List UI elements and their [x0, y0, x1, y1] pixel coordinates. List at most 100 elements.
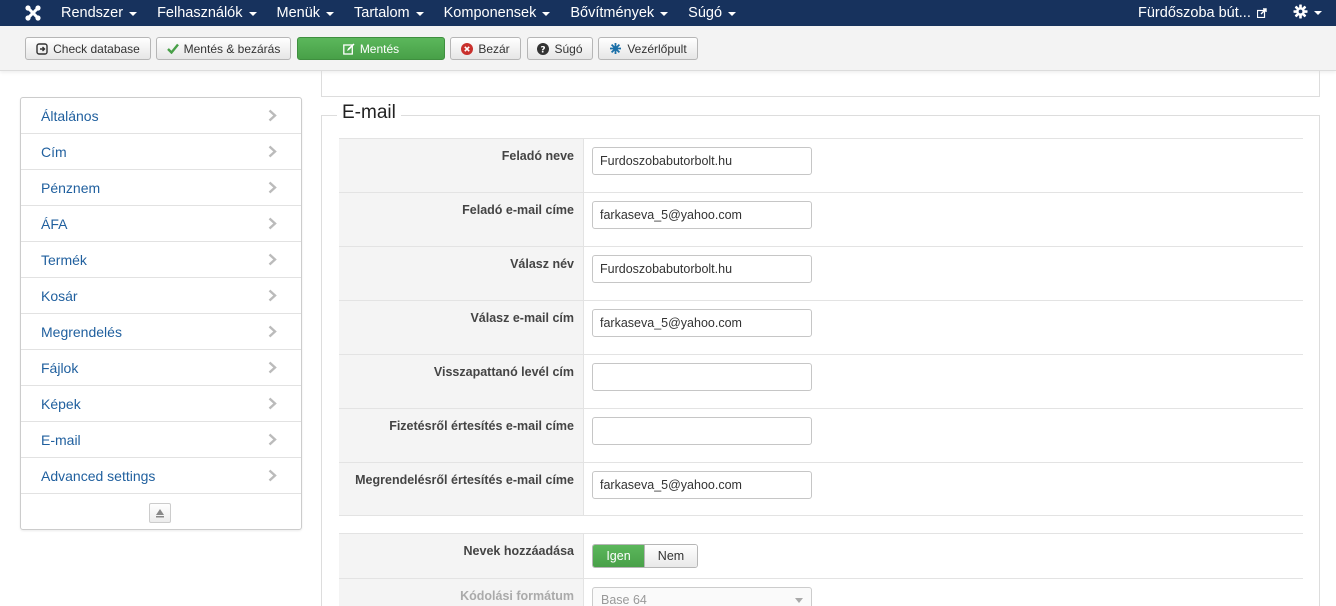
site-link-label: Fürdőszoba bút...	[1138, 5, 1251, 21]
joomla-logo-icon[interactable]	[24, 4, 42, 22]
sidebar-collapse-button[interactable]	[149, 503, 171, 523]
sidebar-item-kepek[interactable]: Képek	[21, 386, 301, 422]
dashboard-label: Vezérlőpult	[627, 41, 687, 56]
form-row-bounce-email: Visszapattanó levél cím	[339, 354, 1303, 408]
config-sidebar: Általános Cím Pénznem ÁFA Termék Kosár M…	[20, 97, 302, 530]
save-label: Mentés	[359, 41, 400, 56]
sidebar-item-cim[interactable]: Cím	[21, 134, 301, 170]
caret-down-icon	[415, 12, 424, 16]
menu-label: Komponensek	[443, 5, 537, 21]
sidebar-item-label: E-mail	[41, 431, 81, 448]
sidebar-item-email[interactable]: E-mail	[21, 422, 301, 458]
save-button[interactable]: Mentés	[297, 37, 445, 60]
top-navbar: Rendszer Felhasználók Menük Tartalom Kom…	[0, 0, 1336, 26]
gear-icon	[1293, 4, 1308, 19]
reply-name-input[interactable]	[592, 255, 812, 283]
form-row-order-notify-email: Megrendelésről értesítés e-mail címe	[339, 462, 1303, 516]
save-close-button[interactable]: Mentés & bezárás	[156, 37, 291, 60]
edit-icon	[342, 43, 355, 55]
save-close-label: Mentés & bezárás	[183, 41, 281, 56]
chevron-right-icon	[268, 325, 277, 338]
form-label-cell: Válasz név	[339, 247, 584, 300]
menu-label: Felhasználók	[157, 5, 243, 21]
form-label-cell: Fizetésről értesítés e-mail címe	[339, 409, 584, 462]
menu-label: Bővítmények	[570, 5, 655, 21]
sidebar-item-termek[interactable]: Termék	[21, 242, 301, 278]
help-button[interactable]: ? Súgó	[527, 37, 593, 60]
sidebar-item-kosar[interactable]: Kosár	[21, 278, 301, 314]
site-link[interactable]: Fürdőszoba bút...	[1138, 0, 1267, 26]
chevron-right-icon	[268, 109, 277, 122]
order-notify-email-input[interactable]	[592, 471, 812, 499]
form-label-cell: Feladó e-mail címe	[339, 193, 584, 246]
menu-felhasznalok[interactable]: Felhasználók	[157, 5, 257, 21]
menu-bovitmenyek[interactable]: Bővítmények	[570, 5, 669, 21]
settings-dropdown[interactable]	[1293, 4, 1322, 19]
menu-rendszer[interactable]: Rendszer	[61, 5, 138, 21]
menu-sugo[interactable]: Súgó	[688, 5, 737, 21]
form-row-payment-notify-email: Fizetésről értesítés e-mail címe	[339, 408, 1303, 462]
main-menu: Rendszer Felhasználók Menük Tartalom Kom…	[61, 0, 756, 26]
sidebar-item-label: Advanced settings	[41, 467, 156, 484]
encoding-value: Base 64	[601, 593, 647, 606]
sidebar-item-advanced-settings[interactable]: Advanced settings	[21, 458, 301, 494]
add-names-toggle: Igen Nem	[592, 544, 698, 568]
menu-komponensek[interactable]: Komponensek	[444, 5, 551, 21]
sender-name-input[interactable]	[592, 147, 812, 175]
sidebar-item-afa[interactable]: ÁFA	[21, 206, 301, 242]
sender-email-label: Feladó e-mail címe	[462, 203, 574, 217]
reply-email-label: Válasz e-mail cím	[470, 311, 574, 325]
encoding-select[interactable]: Base 64	[592, 587, 812, 606]
payment-notify-email-input[interactable]	[592, 417, 812, 445]
email-legend: E-mail	[337, 102, 401, 124]
sidebar-item-label: Pénznem	[41, 179, 101, 196]
close-button[interactable]: Bezár	[450, 37, 521, 60]
sidebar-item-megrendeles[interactable]: Megrendelés	[21, 314, 301, 350]
add-names-label: Nevek hozzáadása	[463, 544, 574, 558]
sidebar-item-label: Cím	[41, 143, 67, 160]
sidebar-item-label: Fájlok	[41, 359, 79, 376]
menu-menuk[interactable]: Menük	[277, 5, 335, 21]
check-database-button[interactable]: Check database	[25, 37, 151, 60]
sidebar-item-altalanos[interactable]: Általános	[21, 98, 301, 134]
reply-email-input[interactable]	[592, 309, 812, 337]
chevron-right-icon	[268, 181, 277, 194]
caret-down-icon	[326, 12, 335, 16]
dashboard-button[interactable]: Vezérlőpult	[598, 37, 698, 60]
menu-tartalom[interactable]: Tartalom	[354, 5, 424, 21]
database-refresh-icon	[36, 42, 48, 55]
menu-label: Menük	[276, 5, 321, 21]
close-circle-icon	[461, 42, 474, 55]
order-notify-email-label: Megrendelésről értesítés e-mail címe	[355, 473, 574, 487]
toggle-no-button[interactable]: Nem	[644, 545, 697, 567]
chevron-down-icon	[795, 598, 803, 603]
sidebar-item-label: Kosár	[41, 287, 78, 304]
sender-email-input[interactable]	[592, 201, 812, 229]
toolbar: Check database Mentés & bezárás Mentés B…	[0, 26, 1336, 71]
external-link-icon	[1256, 8, 1267, 18]
sidebar-item-penznem[interactable]: Pénznem	[21, 170, 301, 206]
form-row-sender-name: Feladó neve	[339, 138, 1303, 192]
form-label-cell: Válasz e-mail cím	[339, 301, 584, 354]
toggle-yes-button[interactable]: Igen	[593, 545, 644, 567]
chevron-right-icon	[268, 361, 277, 374]
form-row-sender-email: Feladó e-mail címe	[339, 192, 1303, 246]
question-circle-icon: ?	[537, 42, 550, 55]
caret-down-icon	[129, 12, 138, 16]
collapse-up-icon	[156, 509, 164, 518]
close-label: Bezár	[478, 41, 510, 56]
chevron-right-icon	[268, 145, 277, 158]
form-row-reply-name: Válasz név	[339, 246, 1303, 300]
help-label: Súgó	[554, 41, 583, 56]
caret-down-icon	[728, 12, 737, 16]
form-row-add-names: Nevek hozzáadása Igen Nem	[339, 533, 1303, 578]
bounce-email-input[interactable]	[592, 363, 812, 391]
sidebar-item-label: Képek	[41, 395, 81, 412]
previous-section-bottom	[321, 71, 1320, 97]
caret-down-icon	[1314, 10, 1322, 15]
form-row-reply-email: Válasz e-mail cím	[339, 300, 1303, 354]
caret-down-icon	[660, 12, 669, 16]
sidebar-item-fajlok[interactable]: Fájlok	[21, 350, 301, 386]
form-label-cell: Nevek hozzáadása	[339, 534, 584, 578]
sidebar-item-label: ÁFA	[41, 215, 68, 232]
